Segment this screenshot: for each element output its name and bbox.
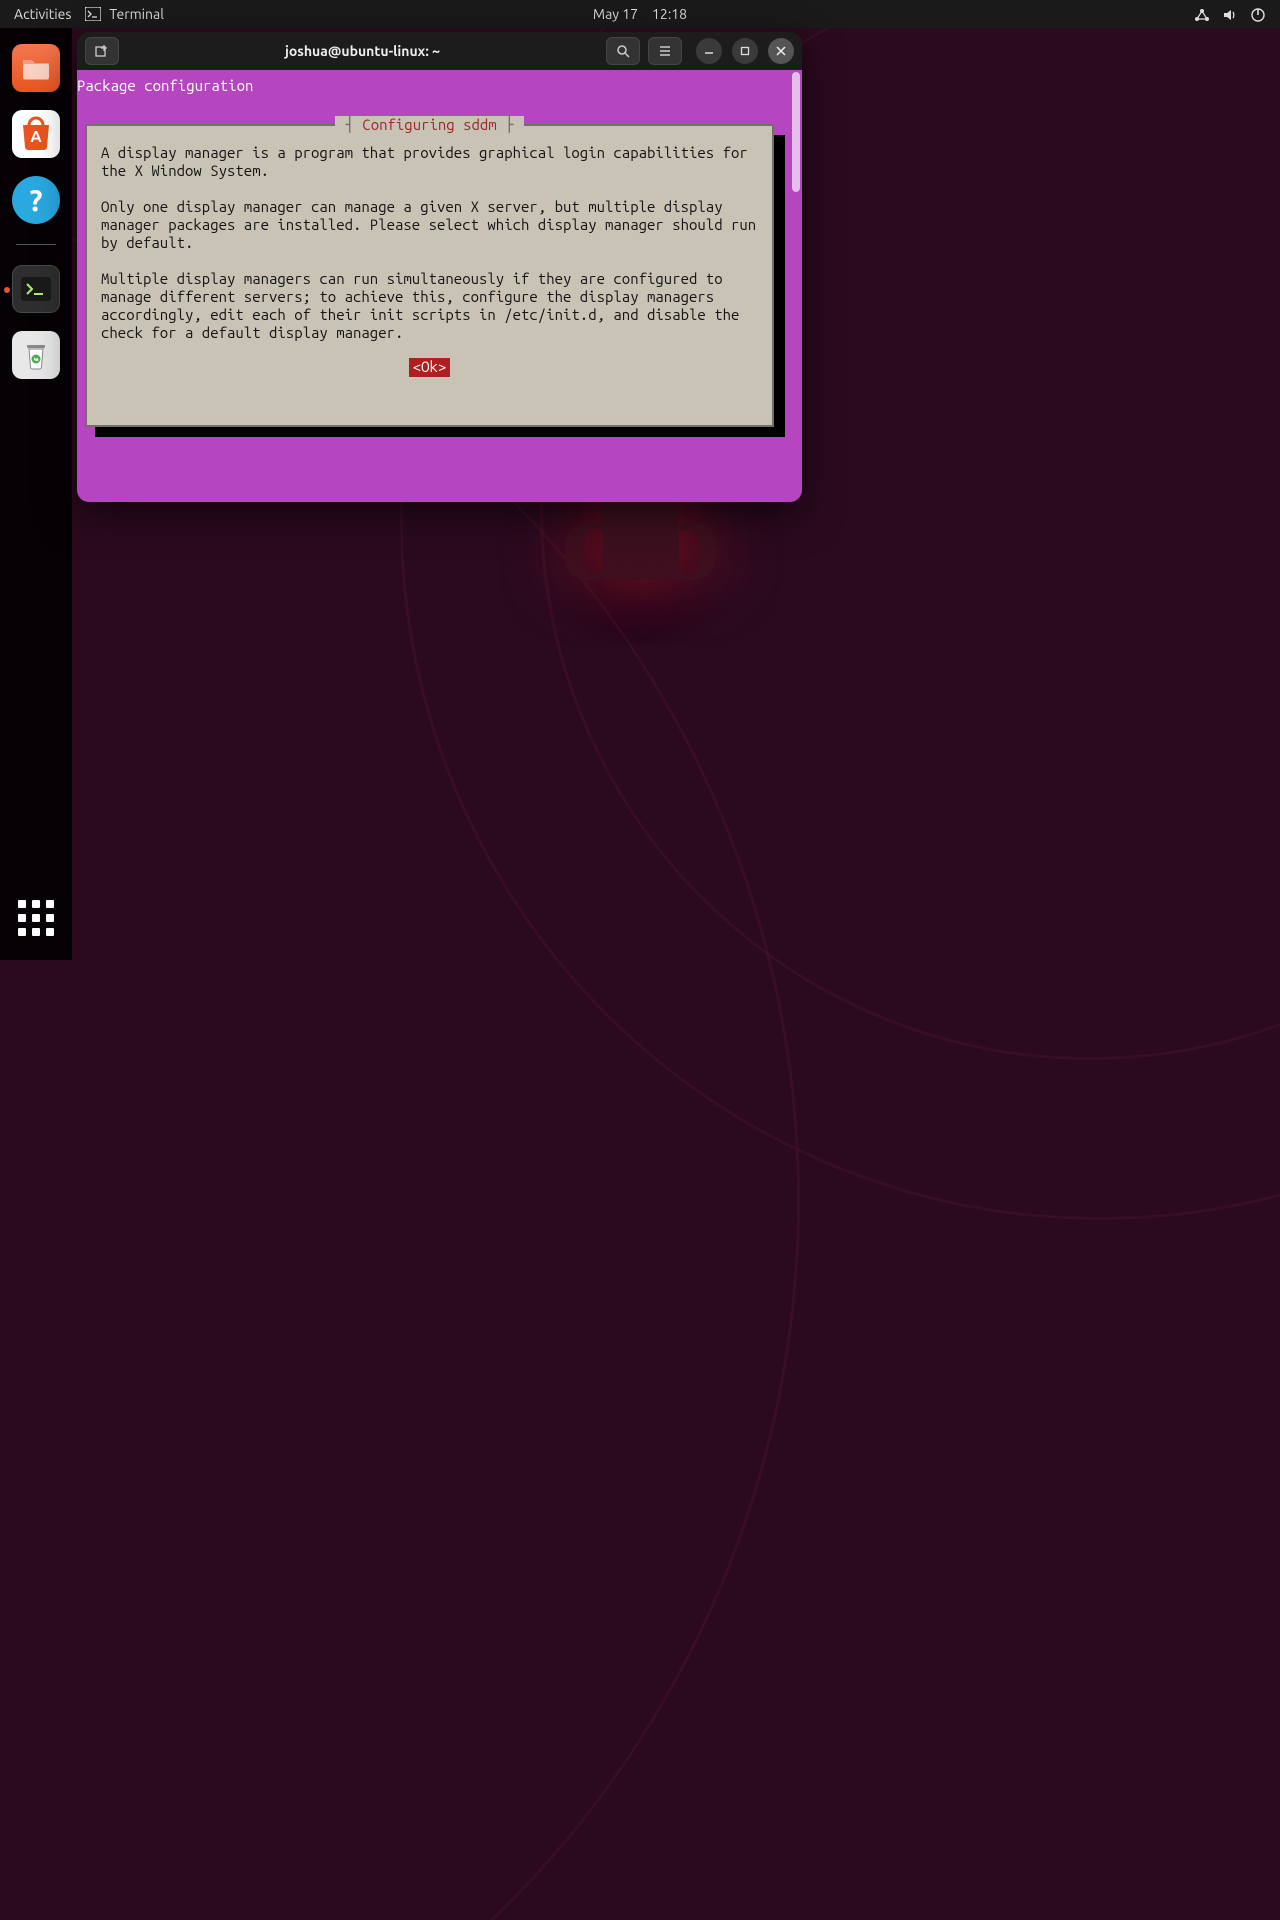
apps-grid-icon <box>18 900 54 936</box>
dock: A ? <box>0 28 72 960</box>
hamburger-menu-button[interactable] <box>648 37 682 65</box>
activities-button[interactable]: Activities <box>14 6 71 22</box>
config-dialog: Configuring sddm A display manager is a … <box>85 124 774 427</box>
clock[interactable]: May 17 12:18 <box>593 6 687 22</box>
dialog-title: Configuring sddm <box>335 116 523 134</box>
maximize-button[interactable] <box>732 38 758 64</box>
show-applications-button[interactable] <box>0 900 72 936</box>
new-tab-button[interactable] <box>85 37 119 65</box>
terminal-window: joshua@ubuntu-linux: ~ Package configura… <box>77 32 802 502</box>
scrollbar-thumb[interactable] <box>792 72 800 192</box>
dialog-text-2: Only one display manager can manage a gi… <box>101 198 758 252</box>
dialog-text-1: A display manager is a program that prov… <box>101 144 758 180</box>
dock-item-trash[interactable] <box>12 331 60 379</box>
svg-text:A: A <box>30 128 42 146</box>
ok-button[interactable]: <Ok> <box>409 358 451 377</box>
window-titlebar[interactable]: joshua@ubuntu-linux: ~ <box>77 32 802 70</box>
dock-item-help[interactable]: ? <box>12 176 60 224</box>
dock-separator <box>16 244 56 245</box>
dock-item-terminal[interactable] <box>12 265 60 313</box>
terminal-icon <box>85 7 101 21</box>
power-icon[interactable] <box>1250 5 1266 22</box>
network-icon[interactable] <box>1194 5 1210 22</box>
minimize-button[interactable] <box>696 38 722 64</box>
volume-icon[interactable] <box>1222 5 1238 22</box>
dock-item-files[interactable] <box>12 44 60 92</box>
active-app-indicator[interactable]: Terminal <box>85 6 164 22</box>
top-bar: Activities Terminal May 17 12:18 <box>0 0 1280 28</box>
dialog-text-3: Multiple display managers can run simult… <box>101 270 758 342</box>
clock-date: May 17 <box>593 6 638 22</box>
scrollbar[interactable] <box>792 72 800 500</box>
clock-time: 12:18 <box>652 6 687 22</box>
window-title: joshua@ubuntu-linux: ~ <box>127 43 598 59</box>
terminal-body[interactable]: Package configuration Configuring sddm A… <box>77 70 802 502</box>
close-button[interactable] <box>768 38 794 64</box>
package-config-header: Package configuration <box>77 77 253 95</box>
active-app-label: Terminal <box>109 6 164 22</box>
dock-item-ubuntu-software[interactable]: A <box>12 110 60 158</box>
search-button[interactable] <box>606 37 640 65</box>
